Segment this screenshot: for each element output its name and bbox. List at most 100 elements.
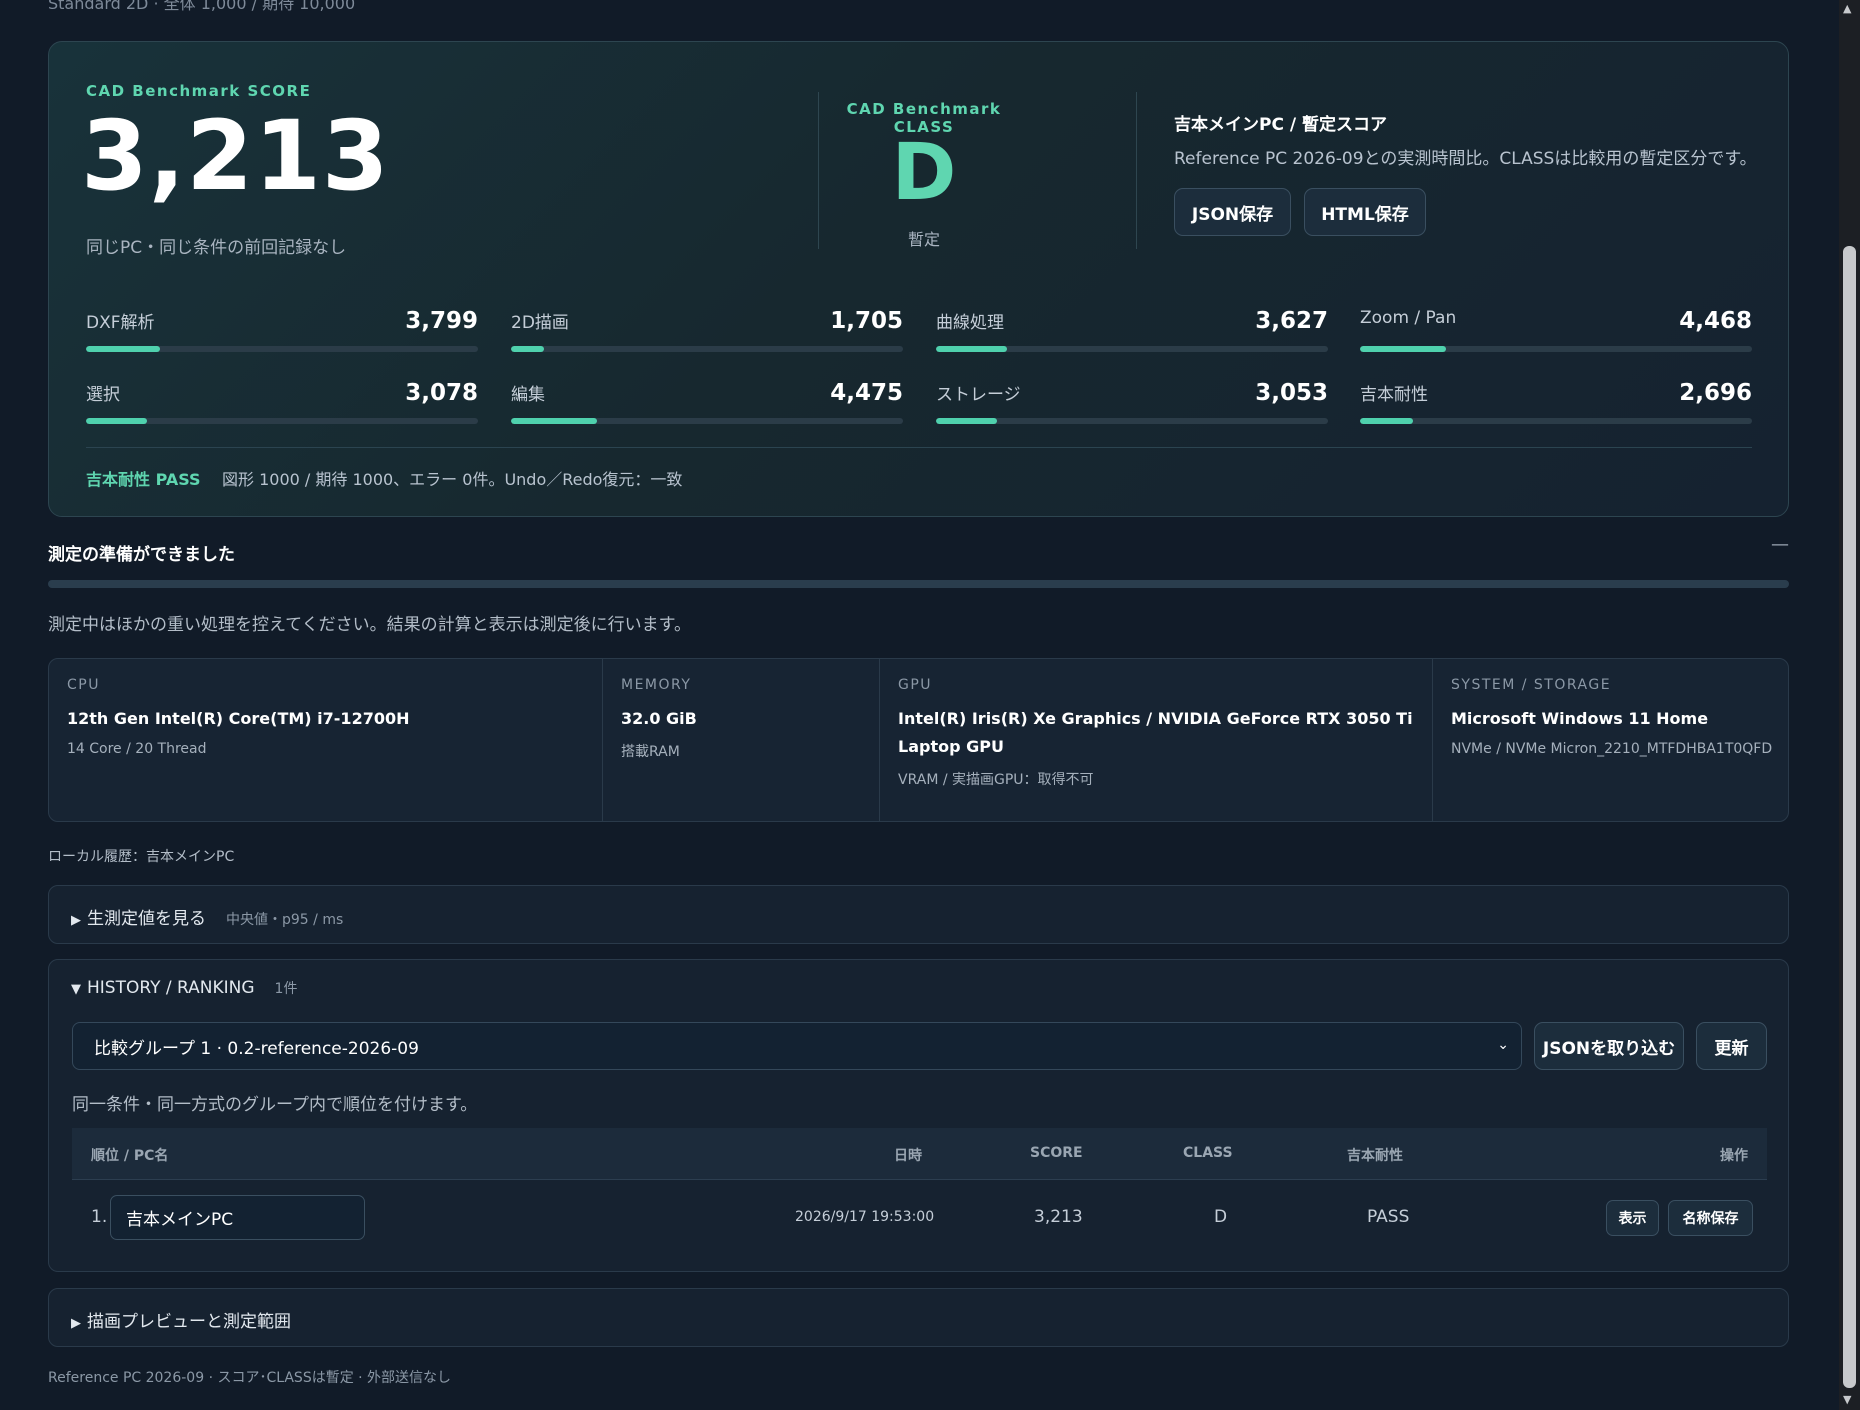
metric-value: 3,627 [1255,308,1328,334]
comparison-group-select[interactable]: 比較グループ 1 · 0.2-reference-2026-09 ⌄ [72,1022,1522,1070]
raw-measurements-toggle[interactable]: ▶ 生測定値を見る 中央値・p95 / ms [71,904,343,929]
json-save-button[interactable]: JSON保存 [1174,188,1291,236]
metric-track [1360,418,1752,424]
info-description: Reference PC 2026-09との実測時間比。CLASSは比較用の暫定… [1174,149,1757,169]
caret-right-icon: ▶ [71,1316,81,1331]
metric-value: 3,799 [405,308,478,334]
row-class: D [1214,1207,1228,1227]
ranking-table-header: 順位 / PC名 日時 SCORE CLASS 吉本耐性 操作 [72,1128,1767,1180]
metric-track [936,346,1328,352]
info-title: 吉本メインPC / 暫定スコア [1174,115,1387,135]
column-action: 操作 [1720,1148,1748,1164]
metric-fill [936,346,1007,352]
metric-track [511,346,903,352]
spec-sub: VRAM / 実描画GPU：取得不可 [898,772,1094,788]
row-date: 2026/9/17 19:53:00 [795,1209,935,1225]
column-date: 日時 [894,1148,922,1164]
column-class: CLASS [1183,1145,1233,1161]
import-json-button[interactable]: JSONを取り込む [1534,1022,1684,1070]
spec-value: 32.0 GiB [621,709,697,728]
spec-value: Microsoft Windows 11 Home [1451,709,1709,728]
metric-value: 3,053 [1255,380,1328,406]
spec-cpu: CPU 12th Gen Intel(R) Core(TM) i7-12700H… [49,659,602,821]
metric-fill [511,346,545,352]
chevron-down-icon: ⌄ [1497,1037,1509,1053]
section-title: 生測定値を見る [87,909,206,929]
scrollbar-thumb[interactable] [1843,246,1856,1388]
metric-dxf: DXF解析 3,799 [86,308,478,368]
divider [818,92,819,249]
spec-key: MEMORY [621,677,692,693]
preview-section[interactable]: ▶ 描画プレビューと測定範囲 [48,1288,1789,1347]
section-subtitle: 中央値・p95 / ms [226,912,344,928]
spec-memory: MEMORY 32.0 GiB 搭載RAM [602,659,879,821]
column-rank-name: 順位 / PC名 [91,1148,169,1164]
top-cut-text: Standard 2D · 全体 1,000 / 期待 10,000 [48,0,356,13]
metric-fill [86,418,147,424]
view-button[interactable]: 表示 [1606,1200,1659,1236]
scroll-down-icon[interactable]: ▼ [1843,1393,1851,1406]
preview-toggle[interactable]: ▶ 描画プレビューと測定範囲 [71,1307,291,1332]
metric-name: 選択 [86,385,120,405]
metric-tolerance: 吉本耐性 2,696 [1360,380,1752,440]
metric-track [936,418,1328,424]
raw-measurements-section[interactable]: ▶ 生測定値を見る 中央値・p95 / ms [48,885,1789,944]
metric-name: 吉本耐性 [1360,385,1428,405]
footer-note: Reference PC 2026-09 · スコア･CLASSは暫定 · 外部… [48,1370,452,1386]
metric-select: 選択 3,078 [86,380,478,440]
metric-fill [936,418,997,424]
metric-name: 2D描画 [511,313,569,333]
column-tolerance: 吉本耐性 [1347,1148,1403,1164]
divider [1136,92,1137,249]
metric-2d-draw: 2D描画 1,705 [511,308,903,368]
rank-number: 1. [91,1207,108,1227]
metric-zoom-pan: Zoom / Pan 4,468 [1360,308,1752,368]
metric-name: 編集 [511,385,545,405]
history-ranking-toggle[interactable]: ▼ HISTORY / RANKING 1件 [71,978,297,998]
metric-value: 4,475 [830,380,903,406]
metric-value: 4,468 [1679,308,1752,334]
metric-name: 曲線処理 [936,313,1004,333]
metric-name: DXF解析 [86,313,155,333]
metric-fill [1360,418,1413,424]
row-tolerance: PASS [1367,1207,1410,1227]
metric-name: ストレージ [936,385,1021,405]
pc-name-input[interactable]: 吉本メインPC [110,1195,365,1240]
table-row: 1. 吉本メインPC 2026/9/17 19:53:00 3,213 D PA… [72,1180,1767,1256]
status-title: 測定の準備ができました [48,545,235,565]
spec-system-storage: SYSTEM / STORAGE Microsoft Windows 11 Ho… [1432,659,1788,821]
metric-track [86,346,478,352]
column-score: SCORE [1030,1145,1083,1161]
metric-track [1360,346,1752,352]
refresh-button[interactable]: 更新 [1696,1022,1767,1070]
spec-value: Intel(R) Iris(R) Xe Graphics / NVIDIA Ge… [898,709,1413,756]
metric-track [86,418,478,424]
metric-name: Zoom / Pan [1360,308,1457,328]
history-count: 1件 [274,981,298,997]
row-score: 3,213 [1034,1207,1083,1227]
metric-track [511,418,903,424]
score-note: 同じPC・同じ条件の前回記録なし [86,238,347,258]
metric-curve: 曲線処理 3,627 [936,308,1328,368]
save-name-button[interactable]: 名称保存 [1668,1200,1753,1236]
select-value: 比較グループ 1 · 0.2-reference-2026-09 [94,1038,419,1059]
html-save-button[interactable]: HTML保存 [1304,188,1426,236]
progress-bar [48,580,1789,588]
tolerance-pass-tag: 吉本耐性 PASS [86,470,201,489]
caret-right-icon: ▶ [71,913,81,928]
spec-key: GPU [898,677,933,693]
collapse-icon[interactable]: — [1771,534,1789,555]
spec-key: CPU [67,677,100,693]
metric-fill [511,418,598,424]
score-label: CAD Benchmark SCORE [86,82,312,100]
spec-gpu: GPU Intel(R) Iris(R) Xe Graphics / NVIDI… [879,659,1432,821]
spec-sub: 14 Core / 20 Thread [67,741,207,757]
metric-value: 2,696 [1679,380,1752,406]
tolerance-description: 図形 1000 / 期待 1000、エラー 0件。Undo／Redo復元：一致 [222,470,683,489]
class-value: D [891,128,957,218]
class-note: 暫定 [907,230,940,249]
divider [86,447,1752,448]
caret-down-icon: ▼ [71,982,81,997]
spec-sub: 搭載RAM [621,744,680,760]
scroll-up-icon[interactable]: ▲ [1843,2,1851,15]
